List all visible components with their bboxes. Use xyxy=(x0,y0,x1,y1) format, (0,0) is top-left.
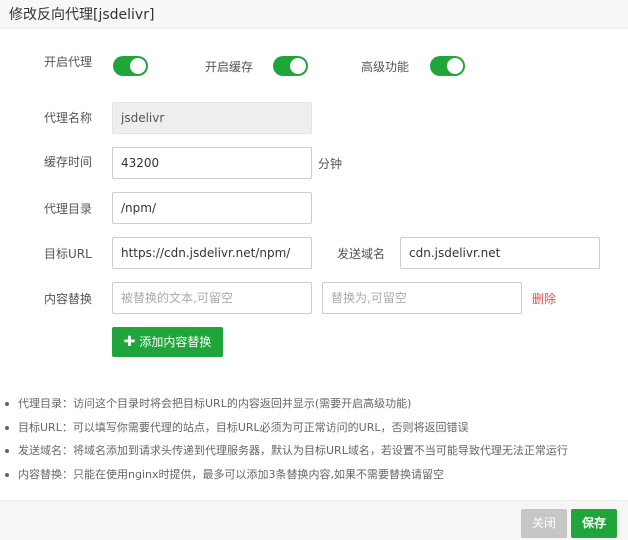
switch-knob xyxy=(447,58,463,74)
toggle-proxy-switch[interactable] xyxy=(113,56,148,76)
switch-knob xyxy=(290,58,306,74)
send-domain-label: 发送域名 xyxy=(337,247,386,261)
send-domain-input[interactable] xyxy=(400,237,600,269)
save-button[interactable]: 保存 xyxy=(571,509,617,538)
dialog-footer: 关闭 保存 xyxy=(0,500,628,540)
target-url-input[interactable] xyxy=(112,237,312,269)
replace-from-input[interactable] xyxy=(112,282,312,314)
toggle-cache-label: 开启缓存 xyxy=(205,60,254,74)
switch-knob xyxy=(130,58,146,74)
add-replace-label: 添加内容替换 xyxy=(139,335,212,349)
replace-delete-link[interactable]: 删除 xyxy=(532,290,556,307)
plus-icon: ✚ xyxy=(123,334,136,350)
proxy-name-input xyxy=(112,102,312,134)
proxy-name-label: 代理名称 xyxy=(44,111,93,125)
add-replace-button[interactable]: ✚ 添加内容替换 xyxy=(112,327,223,357)
cache-time-unit: 分钟 xyxy=(318,157,343,171)
close-button[interactable]: 关闭 xyxy=(521,509,567,538)
tip-item: 目标URL：可以填写你需要代理的站点，目标URL必须为可正常访问的URL，否则将… xyxy=(0,416,628,440)
tip-item: 发送域名：将域名添加到请求头传递到代理服务器，默认为目标URL域名，若设置不当可… xyxy=(0,439,628,463)
toggle-advanced-label: 高级功能 xyxy=(361,60,410,74)
cache-time-input[interactable] xyxy=(112,147,312,179)
replace-label: 内容替换 xyxy=(44,292,93,306)
toggle-cache-switch[interactable] xyxy=(273,56,308,76)
target-url-label: 目标URL xyxy=(44,247,92,261)
dialog-titlebar: 修改反向代理[jsdelivr] xyxy=(0,0,628,29)
tips-list: 代理目录：访问这个目录时将会把目标URL的内容返回并显示(需要开启高级功能) 目… xyxy=(0,392,628,486)
tip-item: 内容替换：只能在使用nginx时提供，最多可以添加3条替换内容,如果不需要替换请… xyxy=(0,463,628,487)
proxy-dir-label: 代理目录 xyxy=(44,202,93,216)
tip-item: 代理目录：访问这个目录时将会把目标URL的内容返回并显示(需要开启高级功能) xyxy=(0,392,628,416)
cache-time-label: 缓存时间 xyxy=(44,155,93,169)
dialog-title: 修改反向代理[jsdelivr] xyxy=(9,7,155,23)
toggle-advanced-switch[interactable] xyxy=(430,56,465,76)
proxy-dir-input[interactable] xyxy=(112,192,312,224)
replace-to-input[interactable] xyxy=(322,282,522,314)
toggle-proxy-label: 开启代理 xyxy=(44,55,93,69)
